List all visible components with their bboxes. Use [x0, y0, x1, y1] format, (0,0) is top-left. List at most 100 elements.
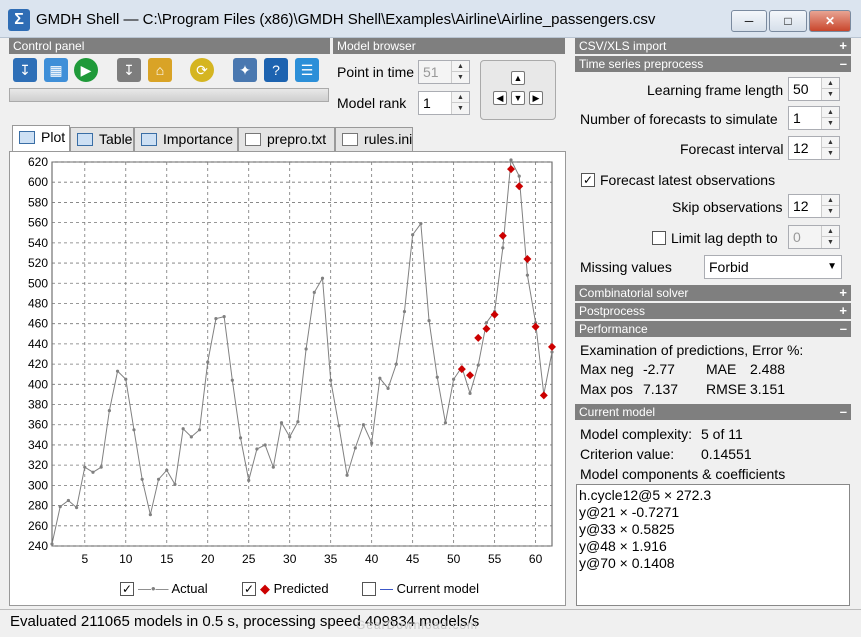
postprocess-header[interactable]: Postprocess +: [575, 303, 851, 319]
y-tick-label: 580: [28, 195, 48, 209]
max-neg-value: -2.77: [643, 361, 675, 377]
csv-import-label: CSV/XLS import: [579, 39, 667, 53]
spin-down-icon[interactable]: ▼: [821, 237, 839, 248]
nav-left-icon[interactable]: ◀: [493, 91, 507, 105]
spin-up-icon[interactable]: ▲: [821, 137, 839, 148]
forecast-latest-checkbox[interactable]: ✓: [581, 173, 595, 187]
combinatorial-solver-header[interactable]: Combinatorial solver +: [575, 285, 851, 301]
spin-down-icon[interactable]: ▼: [451, 103, 469, 114]
actual-point: [452, 377, 456, 381]
legend-actual-label: Actual: [171, 581, 208, 596]
missing-values-select[interactable]: Forbid ▼: [704, 255, 842, 279]
tab-plot[interactable]: Plot: [12, 125, 70, 152]
expand-icon[interactable]: +: [839, 285, 847, 301]
mae-label: MAE: [706, 361, 737, 377]
y-tick-label: 340: [28, 438, 48, 452]
actual-point: [320, 276, 325, 280]
y-tick-label: 540: [28, 236, 48, 250]
spin-down-icon[interactable]: ▼: [821, 206, 839, 217]
csv-import-header[interactable]: CSV/XLS import +: [575, 38, 851, 54]
limit-lag-checkbox[interactable]: [652, 231, 666, 245]
criterion-value: 0.14551: [701, 446, 752, 462]
actual-point: [74, 506, 79, 510]
perf-title: Examination of predictions, Error %:: [580, 342, 804, 358]
nav-down-icon[interactable]: ▼: [511, 91, 525, 105]
performance-header[interactable]: Performance –: [575, 321, 851, 337]
nav-right-icon[interactable]: ▶: [529, 91, 543, 105]
nav-up-icon[interactable]: ▲: [511, 71, 525, 85]
current-model-header[interactable]: Current model –: [575, 404, 851, 420]
coefficients-list[interactable]: h.cycle12@5 × 272.3 y@21 × -0.7271 y@33 …: [576, 484, 850, 606]
coefficient-row: y@70 × 0.1408: [579, 555, 675, 571]
comment-icon[interactable]: ☰: [295, 58, 319, 82]
actual-point: [312, 290, 316, 294]
actual-point: [206, 360, 210, 364]
refresh-icon[interactable]: ⟳: [190, 58, 214, 82]
legend-actual-checkbox[interactable]: ✓: [120, 582, 134, 596]
help-icon[interactable]: ?: [264, 58, 288, 82]
model-rank-value: 1: [423, 95, 431, 111]
minimize-button[interactable]: ─: [731, 10, 767, 32]
actual-point: [386, 386, 390, 390]
actual-point: [288, 435, 292, 439]
collapse-icon[interactable]: –: [840, 404, 847, 420]
actual-point: [484, 321, 489, 325]
spin-up-icon[interactable]: ▲: [451, 61, 469, 72]
forecast-interval-spinner[interactable]: 12 ▲ ▼: [788, 136, 840, 160]
tab-label: Table: [99, 131, 133, 147]
x-tick-label: 25: [242, 552, 256, 566]
close-button[interactable]: ✕: [809, 10, 851, 32]
spin-down-icon[interactable]: ▼: [451, 72, 469, 83]
maximize-button[interactable]: □: [769, 10, 807, 32]
spin-up-icon[interactable]: ▲: [821, 78, 839, 89]
tab-prepro[interactable]: prepro.txt: [238, 127, 335, 151]
mae-value: 2.488: [750, 361, 786, 377]
spin-up-icon[interactable]: ▲: [821, 226, 839, 237]
collapse-icon[interactable]: –: [840, 321, 847, 337]
open-icon[interactable]: ↧: [13, 58, 37, 82]
spin-down-icon[interactable]: ▼: [821, 118, 839, 129]
spin-down-icon[interactable]: ▼: [821, 89, 839, 100]
max-pos-value: 7.137: [643, 381, 679, 397]
home-icon[interactable]: ⌂: [148, 58, 172, 82]
point-in-time-spinner[interactable]: 51 ▲ ▼: [418, 60, 470, 84]
expand-icon[interactable]: +: [839, 38, 847, 54]
actual-point: [427, 319, 431, 323]
actual-point: [189, 435, 193, 439]
limit-lag-spinner[interactable]: 0 ▲ ▼: [788, 225, 840, 249]
point-in-time-label: Point in time: [337, 64, 415, 80]
run-icon[interactable]: ▶: [74, 58, 98, 82]
chevron-down-icon: ▼: [827, 261, 837, 272]
y-tick-label: 260: [28, 519, 48, 533]
coefficient-row: y@21 × -0.7271: [579, 504, 680, 520]
tab-rules[interactable]: rules.ini: [335, 127, 413, 151]
dataset-icon[interactable]: ▦: [44, 58, 68, 82]
legend-current-model-checkbox[interactable]: [362, 582, 376, 596]
actual-point: [517, 174, 521, 178]
learning-frame-value: 50: [793, 81, 809, 97]
point-in-time-value: 51: [423, 64, 439, 80]
spin-down-icon[interactable]: ▼: [821, 148, 839, 159]
learning-frame-spinner[interactable]: 50 ▲ ▼: [788, 77, 840, 101]
legend-predicted-checkbox[interactable]: ✓: [242, 582, 256, 596]
spin-up-icon[interactable]: ▲: [821, 107, 839, 118]
skip-obs-spinner[interactable]: 12 ▲ ▼: [788, 194, 840, 218]
legend-actual: —•— Actual: [138, 581, 208, 596]
actual-point: [197, 428, 202, 432]
collapse-icon[interactable]: –: [840, 56, 847, 72]
actual-point: [140, 477, 144, 481]
tab-table[interactable]: Table: [70, 127, 134, 151]
expand-icon[interactable]: +: [839, 303, 847, 319]
export-icon[interactable]: ↧: [117, 58, 141, 82]
num-forecasts-spinner[interactable]: 1 ▲ ▼: [788, 106, 840, 130]
wizard-icon[interactable]: ✦: [233, 58, 257, 82]
tab-importance[interactable]: Importance: [134, 127, 238, 151]
spin-up-icon[interactable]: ▲: [451, 92, 469, 103]
spin-up-icon[interactable]: ▲: [821, 195, 839, 206]
legend-current-model-label: Current model: [396, 581, 479, 596]
actual-point: [91, 470, 95, 474]
ts-preprocess-header[interactable]: Time series preprocess –: [575, 56, 851, 72]
model-rank-spinner[interactable]: 1 ▲ ▼: [418, 91, 470, 115]
rmse-value: 3.151: [750, 381, 786, 397]
x-tick-label: 20: [201, 552, 215, 566]
